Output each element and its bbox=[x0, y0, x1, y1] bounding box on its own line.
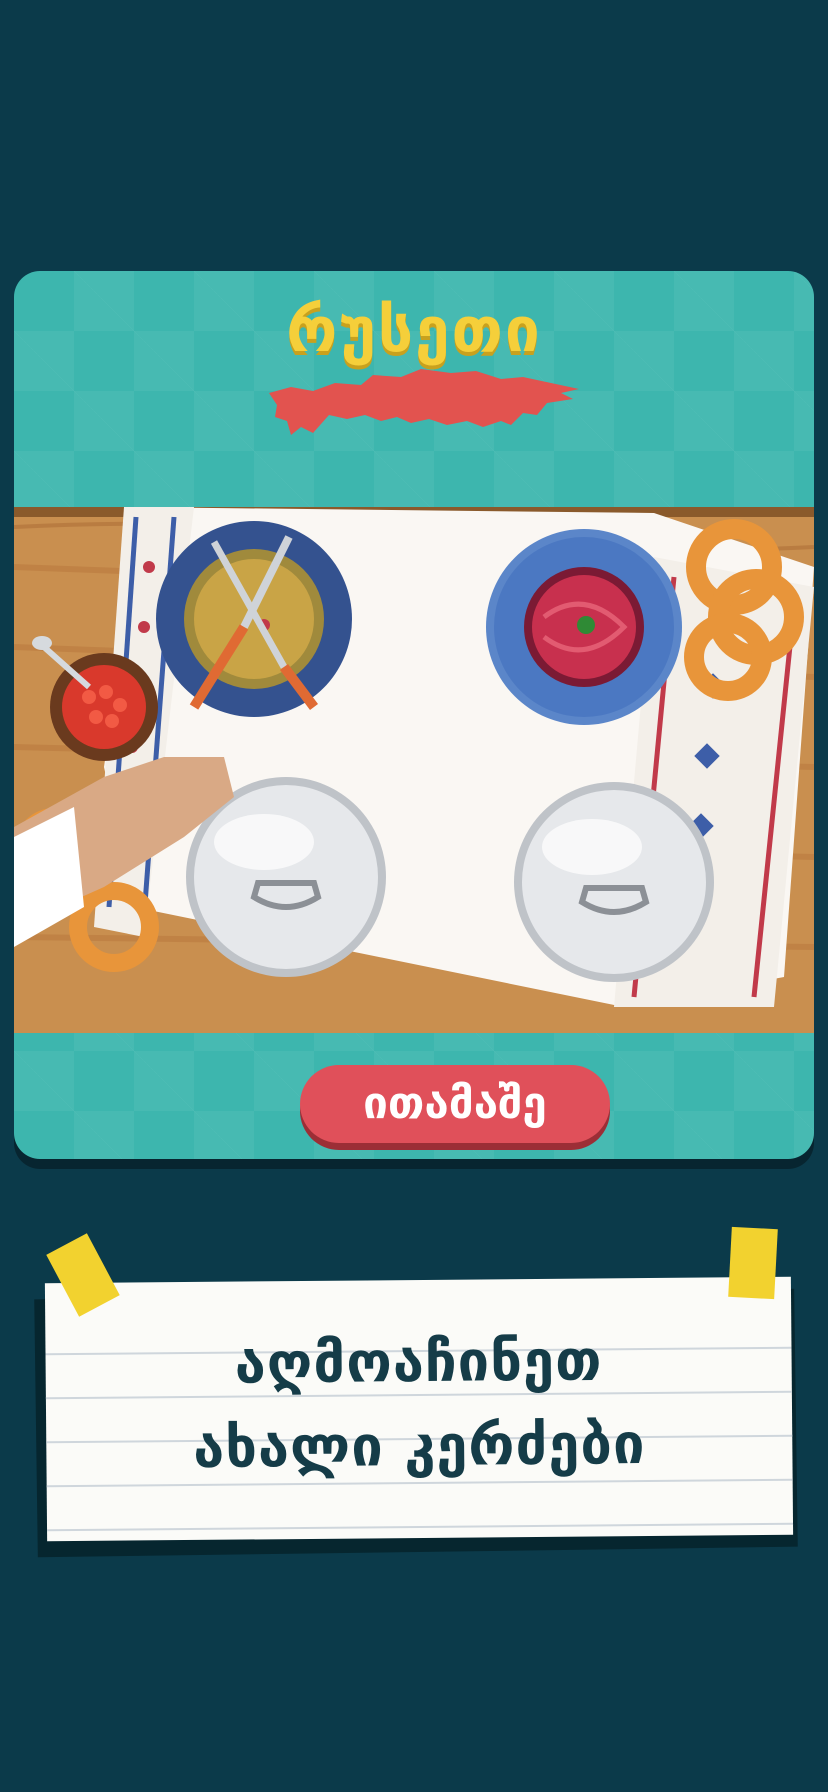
promo-line-2: ახალი კერძები bbox=[192, 1412, 646, 1481]
cloche-icon bbox=[514, 782, 714, 982]
russia-map-icon bbox=[269, 369, 579, 435]
promo-note: აღმოაჩინეთ ახალი კერძები bbox=[34, 1226, 798, 1558]
tape-right bbox=[728, 1226, 778, 1300]
dinner-table-scene bbox=[14, 507, 814, 1033]
promo-line-1: აღმოაჩინეთ bbox=[234, 1328, 603, 1397]
plate-pie bbox=[156, 521, 352, 717]
play-button[interactable]: ითამაშე bbox=[300, 1065, 610, 1143]
plate-borscht bbox=[486, 529, 682, 725]
country-title: რუსეთი bbox=[286, 293, 542, 366]
level-card: რუსეთი ითამაშე bbox=[14, 271, 814, 1159]
